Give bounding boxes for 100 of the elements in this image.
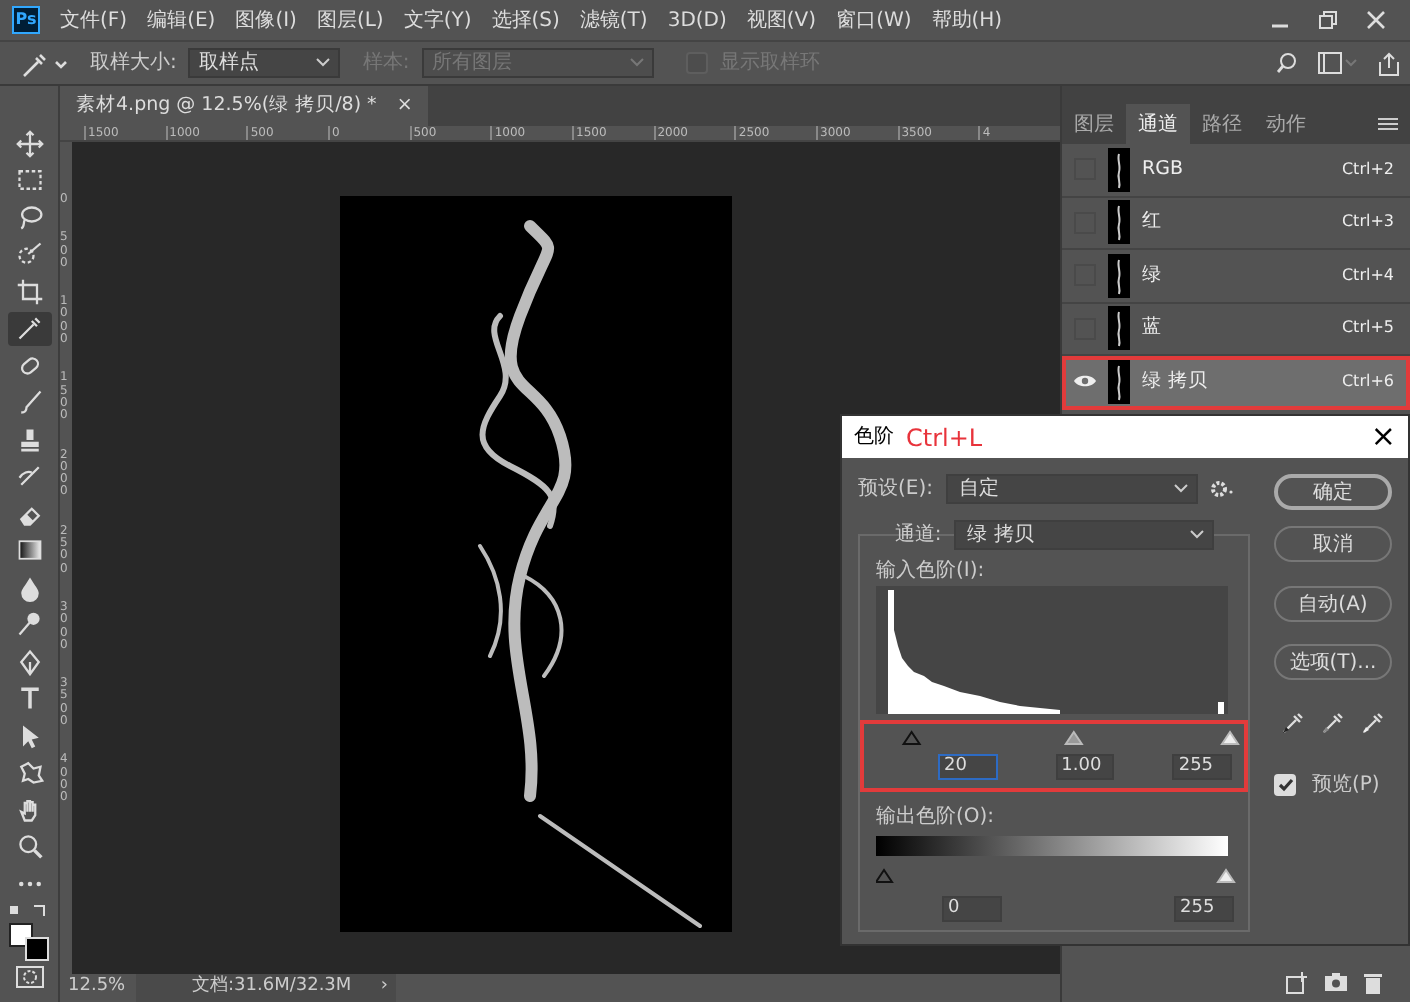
app-logo[interactable]: Ps — [12, 6, 40, 34]
sample-size-label: 取样大小: — [90, 49, 177, 78]
brush-circle-icon — [15, 240, 43, 269]
dialog-title: 色阶 — [854, 424, 894, 452]
caret-icon — [629, 58, 644, 68]
output-levels-label: 输出色阶(O): — [876, 803, 997, 831]
dialog-button[interactable]: 确定 — [1274, 474, 1392, 510]
channel-thumbnail — [1108, 306, 1130, 351]
menu-item[interactable]: 窗口(W) — [836, 5, 912, 35]
channel-thumbnail — [1108, 359, 1130, 404]
workspace-icon[interactable] — [1318, 52, 1358, 74]
quick-mask-icon[interactable] — [15, 965, 43, 987]
shortcut-text: Ctrl+2 — [1341, 157, 1394, 182]
number-field[interactable]: 255 — [1172, 753, 1233, 779]
shortcut-text: Ctrl+6 — [1341, 369, 1394, 394]
document-title: 素材4.png @ 12.5%(绿 拷贝/8) * — [76, 91, 377, 120]
search-icon[interactable] — [1276, 52, 1298, 74]
plus-square-icon[interactable] — [1286, 971, 1308, 993]
panel-tab[interactable]: 通道 — [1126, 104, 1190, 144]
channel-name: 绿 拷贝 — [1142, 367, 1211, 396]
menu-item[interactable]: 图层(L) — [316, 5, 384, 35]
brush-icon — [15, 462, 43, 491]
channel-name: 红 — [1142, 208, 1164, 237]
input-levels-label: 输入色阶(I): — [876, 557, 987, 585]
eyedropper-icon[interactable] — [1282, 712, 1305, 734]
menu-item[interactable]: 选择(S) — [491, 5, 560, 35]
menu-item[interactable]: 编辑(E) — [147, 5, 216, 35]
panel-tab[interactable]: 路径 — [1190, 104, 1254, 144]
menu-item[interactable]: 文件(F) — [60, 5, 128, 35]
blob-icon — [15, 758, 43, 787]
document-tab[interactable]: 素材4.png @ 12.5%(绿 拷贝/8) * × — [60, 86, 429, 126]
preset-label: 预设(E): — [858, 476, 933, 504]
number-field[interactable]: 1.00 — [1055, 753, 1115, 779]
channel-name: 蓝 — [1142, 314, 1164, 343]
menu-item[interactable]: 帮助(H) — [931, 5, 1003, 35]
dialog-button[interactable]: 自动(A) — [1274, 586, 1392, 622]
slider-handle[interactable] — [1220, 730, 1240, 746]
channel-thumbnail — [1108, 147, 1130, 192]
pen-icon — [15, 647, 43, 676]
menu-item[interactable]: 文字(Y) — [403, 5, 472, 35]
slider-handle[interactable] — [901, 730, 922, 746]
shortcut-text: Ctrl+5 — [1341, 316, 1394, 341]
restore-icon[interactable] — [1318, 10, 1338, 30]
four-arrows-icon — [15, 129, 43, 158]
eye-icon — [1074, 374, 1096, 389]
number-field[interactable]: 255 — [1174, 896, 1234, 922]
checkmark-icon — [1277, 778, 1293, 792]
shortcut-text: Ctrl+3 — [1341, 210, 1394, 235]
caret-icon — [1189, 530, 1204, 540]
document-info: 文档:31.6M/32.3M — [192, 974, 352, 1001]
sample-size-select[interactable]: 取样点 — [188, 48, 341, 78]
slider-handle[interactable] — [876, 868, 894, 884]
caret-icon — [316, 58, 331, 68]
gear-icon[interactable] — [1209, 480, 1233, 498]
drop-icon — [15, 573, 43, 602]
channel-row[interactable]: 绿 拷贝 Ctrl+6 — [1062, 356, 1410, 409]
checkbox[interactable] — [1274, 774, 1296, 796]
bandage-icon — [15, 351, 43, 380]
crop-icon — [15, 277, 43, 306]
preset-select[interactable]: 自定 — [945, 474, 1197, 504]
menu-icon[interactable] — [1378, 116, 1398, 132]
channel-row[interactable]: RGB Ctrl+2 — [1062, 144, 1410, 197]
gradient-icon — [15, 536, 43, 565]
close-button[interactable]: × — [1370, 422, 1396, 452]
lasso-icon — [15, 203, 43, 232]
menu-item[interactable]: 3D(D) — [667, 5, 727, 35]
channel-row[interactable]: 绿 Ctrl+4 — [1062, 250, 1410, 303]
dialog-button[interactable]: 取消 — [1274, 526, 1392, 562]
eyedropper-icon[interactable] — [20, 49, 68, 77]
slider-handle[interactable] — [1216, 868, 1236, 884]
lollipop-icon — [15, 610, 43, 639]
camera-icon[interactable] — [1324, 972, 1348, 992]
panel-tab[interactable]: 图层 — [1062, 104, 1126, 144]
zoom-level: 12.5% — [68, 974, 124, 1001]
panel-tab[interactable]: 动作 — [1254, 104, 1318, 144]
brush-icon — [15, 388, 43, 417]
tab-close-button[interactable]: × — [396, 91, 413, 121]
eyedropper-icon[interactable] — [1361, 712, 1384, 734]
number-field[interactable]: 0 — [942, 896, 1002, 922]
shortcut-note: Ctrl+L — [906, 421, 983, 455]
dialog-button[interactable]: 选项(T)... — [1274, 644, 1392, 680]
menu-item[interactable]: 图像(I) — [235, 5, 297, 35]
channel-name: RGB — [1142, 155, 1185, 184]
share-icon[interactable] — [1378, 51, 1400, 75]
slider-handle[interactable] — [1063, 730, 1084, 746]
menu-item[interactable]: 滤镜(T) — [579, 5, 648, 35]
channel-select[interactable]: 绿 拷贝 — [953, 520, 1214, 550]
channel-row[interactable]: 红 Ctrl+3 — [1062, 197, 1410, 250]
channel-name: 绿 — [1142, 261, 1164, 290]
stamp-icon — [15, 425, 43, 454]
magnifier-icon — [15, 832, 43, 861]
eyedropper-icon[interactable] — [1321, 712, 1344, 734]
eyedropper-tool[interactable] — [7, 311, 51, 346]
menu-item[interactable]: 视图(V) — [746, 5, 817, 35]
color-swatches-icon[interactable] — [5, 903, 53, 963]
dashed-rectangle-icon — [15, 166, 43, 195]
expand-arrow[interactable]: › — [380, 974, 388, 1002]
trash-icon[interactable] — [1364, 971, 1382, 993]
close-icon[interactable] — [1366, 10, 1386, 30]
number-field[interactable]: 20 — [938, 753, 998, 779]
